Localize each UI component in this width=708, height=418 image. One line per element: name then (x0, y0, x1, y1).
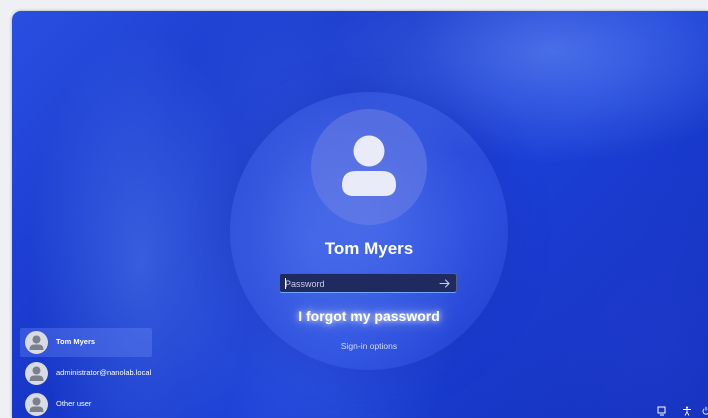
user-item-administrator[interactable]: administrator@nanolab.local (20, 359, 152, 388)
user-item-label: Other user (56, 399, 92, 408)
power-button[interactable] (702, 406, 708, 416)
username-label: Tom Myers (324, 239, 414, 258)
forgot-password-link[interactable]: I forgot my password (230, 308, 508, 324)
accessibility-button[interactable] (682, 406, 692, 416)
network-icon (657, 406, 666, 416)
power-icon (702, 406, 708, 415)
user-avatar-small (25, 331, 48, 354)
user-avatar-small (25, 393, 48, 416)
user-icon (29, 366, 44, 381)
user-item-other-user[interactable]: Other user (20, 390, 152, 418)
user-avatar-small (25, 362, 48, 385)
lock-screen: Tom Myers I forgot my password Sign-in o… (12, 11, 708, 418)
network-button[interactable] (657, 406, 667, 416)
user-avatar-icon (342, 135, 396, 196)
password-field-container[interactable] (279, 273, 457, 293)
user-switcher-list: Tom Myers administrator@nanolab.local Ot… (20, 328, 152, 418)
user-item-tom-myers[interactable]: Tom Myers (20, 328, 152, 357)
user-icon (29, 335, 44, 350)
text-caret (285, 278, 286, 289)
user-avatar (311, 109, 427, 225)
user-icon (29, 397, 44, 412)
password-input[interactable] (285, 276, 430, 291)
user-item-label: Tom Myers (56, 337, 96, 346)
submit-arrow-icon[interactable] (438, 277, 452, 290)
accessibility-icon (683, 406, 691, 416)
user-item-label: administrator@nanolab.local (56, 368, 152, 377)
sign-in-options-link[interactable]: Sign-in options (230, 341, 508, 351)
